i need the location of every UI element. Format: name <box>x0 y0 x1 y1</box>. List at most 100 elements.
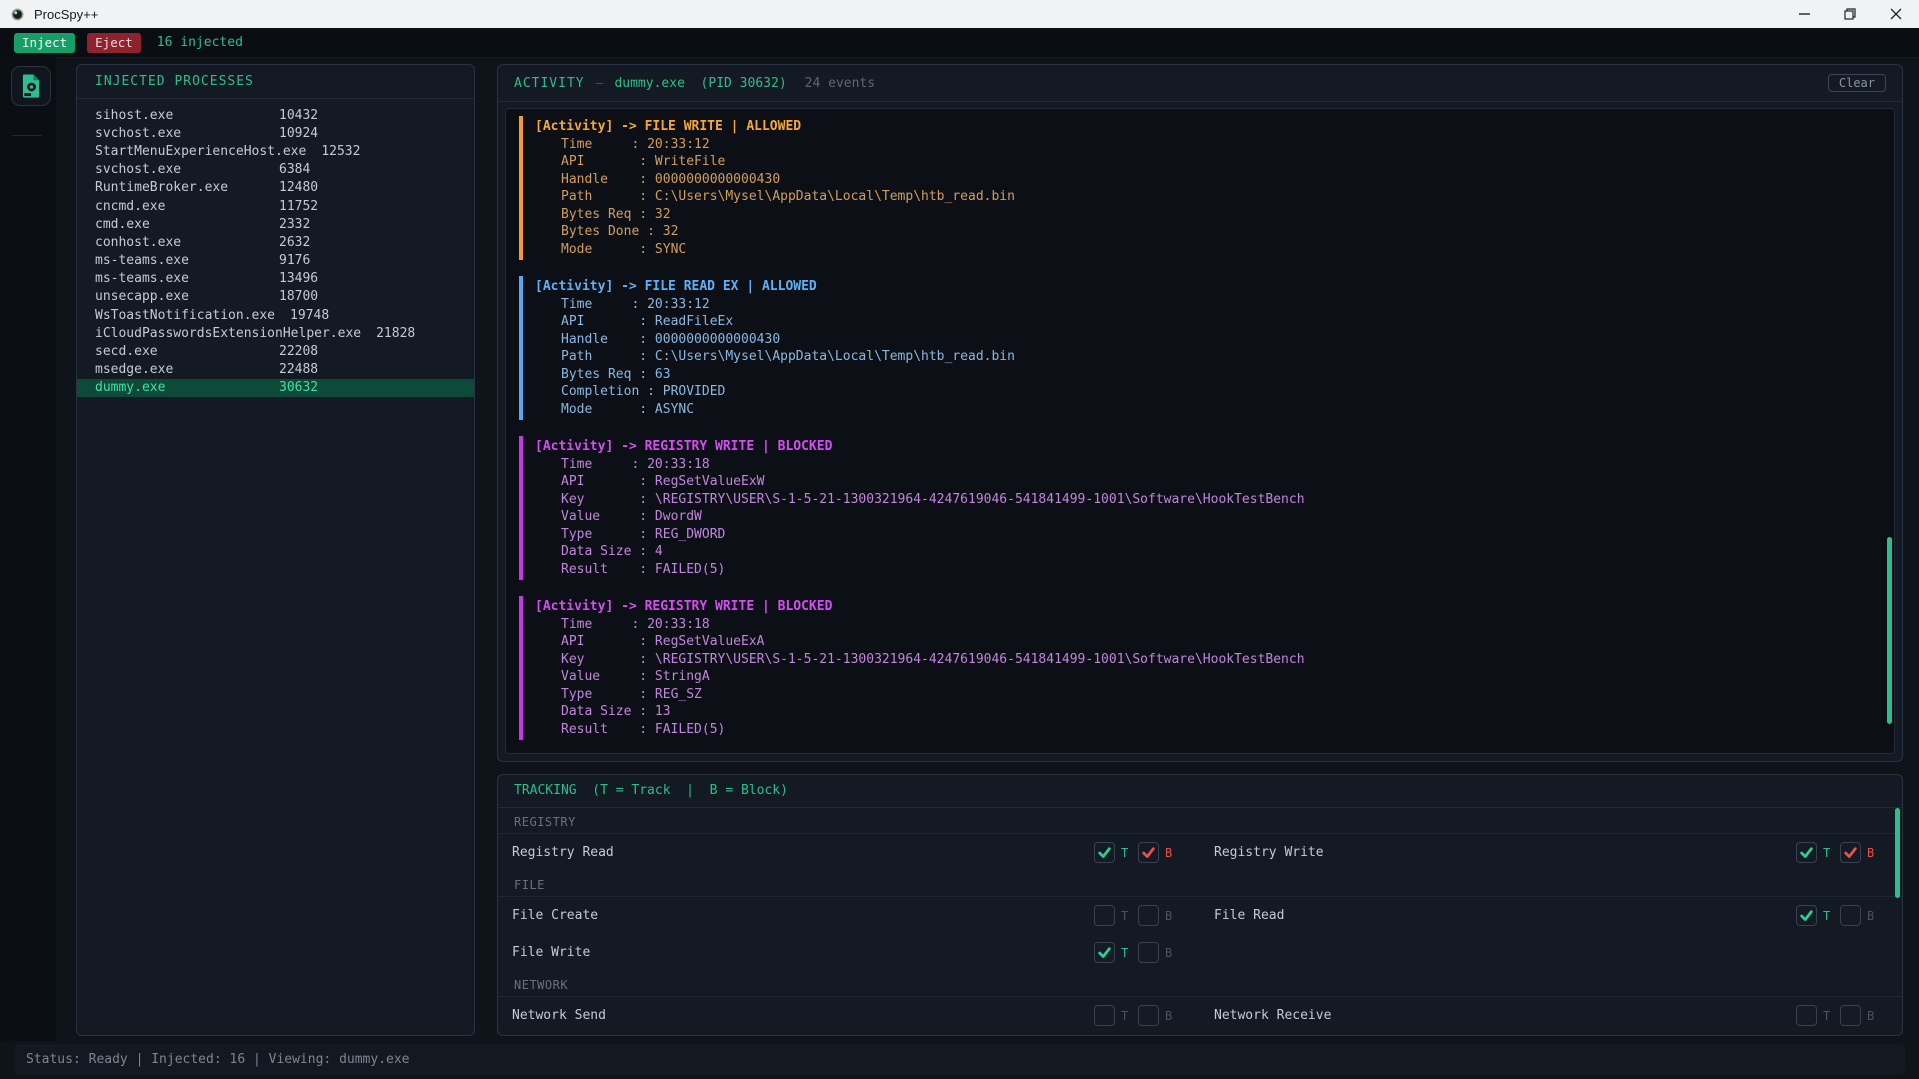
block-checkbox[interactable] <box>1138 905 1159 926</box>
process-pid: 18700 <box>279 289 319 305</box>
process-row[interactable]: svchost.exe 10924 <box>77 124 474 142</box>
tracking-checks: TB <box>1796 842 1878 863</box>
activity-process: dummy.exe (PID 30632) <box>614 75 787 91</box>
entry-line: Handle : 0000000000000430 <box>561 331 781 347</box>
track-checkbox[interactable] <box>1094 842 1115 863</box>
process-pid: 30632 <box>279 380 319 396</box>
process-row[interactable]: msedge.exe 22488 <box>77 361 474 379</box>
entry-line: Mode : SYNC <box>561 241 687 257</box>
process-row[interactable]: RuntimeBroker.exe 12480 <box>77 179 474 197</box>
process-row[interactable]: ms-teams.exe 13496 <box>77 270 474 288</box>
block-checkbox[interactable] <box>1138 942 1159 963</box>
activity-entry: [Activity] -> FILE WRITE | ALLOWED Time :… <box>519 116 1880 260</box>
process-row[interactable]: WsToastNotification.exe 19748 <box>77 306 474 324</box>
process-name: iCloudPasswordsExtensionHelper.exe <box>95 325 362 341</box>
status-text: Status: Ready | Injected: 16 | Viewing: … <box>26 1052 410 1067</box>
tracking-label: Network Send <box>512 1008 606 1023</box>
entry-line: API : RegSetValueExA <box>561 634 765 649</box>
tracking-label: Network Receive <box>1214 1008 1332 1023</box>
minimize-button[interactable] <box>1781 0 1827 28</box>
process-name: dummy.exe <box>95 380 166 396</box>
rail-divider <box>12 135 42 136</box>
activity-entry: [Activity] -> REGISTRY WRITE | BLOCKED Ti… <box>519 596 1880 740</box>
block-checkbox[interactable] <box>1138 842 1159 863</box>
entry-line: API : RegSetValueExW <box>561 474 765 489</box>
side-rail <box>0 57 56 1041</box>
tracking-cell: File Create T B <box>498 905 1200 926</box>
block-letter: B <box>1165 908 1173 923</box>
process-name: cncmd.exe <box>95 198 166 214</box>
process-row[interactable]: cncmd.exe 11752 <box>77 197 474 215</box>
maximize-button[interactable] <box>1827 0 1873 28</box>
process-pid: 10924 <box>279 125 319 141</box>
tracking-body: REGISTRY Registry Read T B Registry Write T B F… <box>498 808 1902 1034</box>
entry-header: [Activity] -> REGISTRY WRITE | BLOCKED <box>535 439 833 454</box>
tracking-label: File Read <box>1214 908 1285 923</box>
activity-separator: — <box>595 75 604 91</box>
process-list: sihost.exe 10432 svchost.exe 10924 StartMenu… <box>77 99 474 397</box>
clear-button[interactable]: Clear <box>1827 74 1886 92</box>
checkmark-icon <box>1800 910 1813 921</box>
window-titlebar: ProcSpy++ <box>0 0 1919 28</box>
entry-line: API : WriteFile <box>561 154 726 169</box>
activity-entry: [Activity] -> FILE READ EX | ALLOWED Time… <box>519 276 1880 420</box>
activity-panel: ACTIVITY — dummy.exe (PID 30632) 24 even… <box>497 64 1903 762</box>
process-pid: 9176 <box>279 253 311 269</box>
tracking-row: File Write T B <box>498 934 1902 971</box>
process-pid: 22488 <box>279 362 319 378</box>
process-row[interactable]: conhost.exe 2632 <box>77 233 474 251</box>
process-row[interactable]: dummy.exe 30632 <box>77 378 474 397</box>
status-bar: Status: Ready | Injected: 16 | Viewing: … <box>14 1044 1905 1075</box>
tracking-title: TRACKING (T = Track | B = Block) <box>498 775 1902 808</box>
process-file-gear-icon <box>22 74 39 98</box>
inject-button[interactable]: Inject <box>14 32 76 53</box>
checkmark-icon <box>1800 847 1813 858</box>
process-row[interactable]: StartMenuExperienceHost.exe 12532 <box>77 142 474 160</box>
section-label: FILE <box>498 871 1902 897</box>
entry-line: Value : StringA <box>561 669 710 684</box>
entry-header: [Activity] -> FILE WRITE | ALLOWED <box>535 119 802 134</box>
track-checkbox[interactable] <box>1796 1005 1817 1026</box>
process-pid: 19748 <box>290 307 330 323</box>
process-row[interactable]: sihost.exe 10432 <box>77 106 474 124</box>
track-checkbox[interactable] <box>1796 905 1817 926</box>
rail-process-button[interactable] <box>11 66 51 106</box>
checkmark-icon <box>1098 847 1111 858</box>
close-icon <box>1890 8 1902 20</box>
block-checkbox[interactable] <box>1138 1005 1159 1026</box>
process-row[interactable]: iCloudPasswordsExtensionHelper.exe 21828 <box>77 324 474 342</box>
activity-scrollbar[interactable] <box>1887 537 1892 724</box>
tracking-checks: TB <box>1094 842 1176 863</box>
tracking-row: Network Send T B Network Receive T B <box>498 997 1902 1034</box>
track-checkbox[interactable] <box>1094 905 1115 926</box>
activity-entry: [Activity] -> REGISTRY WRITE | BLOCKED Ti… <box>519 436 1880 580</box>
block-checkbox[interactable] <box>1840 842 1861 863</box>
process-pid: 6384 <box>279 162 311 178</box>
process-name: svchost.exe <box>95 162 182 178</box>
track-checkbox[interactable] <box>1094 942 1115 963</box>
track-letter: T <box>1121 1008 1129 1023</box>
tracking-scrollbar[interactable] <box>1895 808 1900 898</box>
entry-line: Type : REG_SZ <box>561 686 702 702</box>
track-checkbox[interactable] <box>1796 842 1817 863</box>
window-controls <box>1781 0 1919 28</box>
entry-line: API : ReadFileEx <box>561 314 734 329</box>
entry-line: Path : C:\Users\Mysel\AppData\Local\Temp… <box>561 349 1015 364</box>
close-button[interactable] <box>1873 0 1919 28</box>
block-letter: B <box>1867 845 1875 860</box>
process-name: svchost.exe <box>95 125 182 141</box>
eject-button[interactable]: Eject <box>87 32 141 53</box>
track-checkbox[interactable] <box>1094 1005 1115 1026</box>
process-row[interactable]: ms-teams.exe 9176 <box>77 252 474 270</box>
process-row[interactable]: unsecapp.exe 18700 <box>77 288 474 306</box>
tracking-cell: Network Receive T B <box>1200 1005 1902 1026</box>
block-checkbox[interactable] <box>1840 1005 1861 1026</box>
track-letter: T <box>1121 845 1129 860</box>
window-title: ProcSpy++ <box>34 6 99 22</box>
block-checkbox[interactable] <box>1840 905 1861 926</box>
tracking-label: Registry Write <box>1214 845 1324 860</box>
process-row[interactable]: secd.exe 22208 <box>77 342 474 360</box>
process-row[interactable]: cmd.exe 2332 <box>77 215 474 233</box>
section-label: REGISTRY <box>498 808 1902 834</box>
process-row[interactable]: svchost.exe 6384 <box>77 161 474 179</box>
